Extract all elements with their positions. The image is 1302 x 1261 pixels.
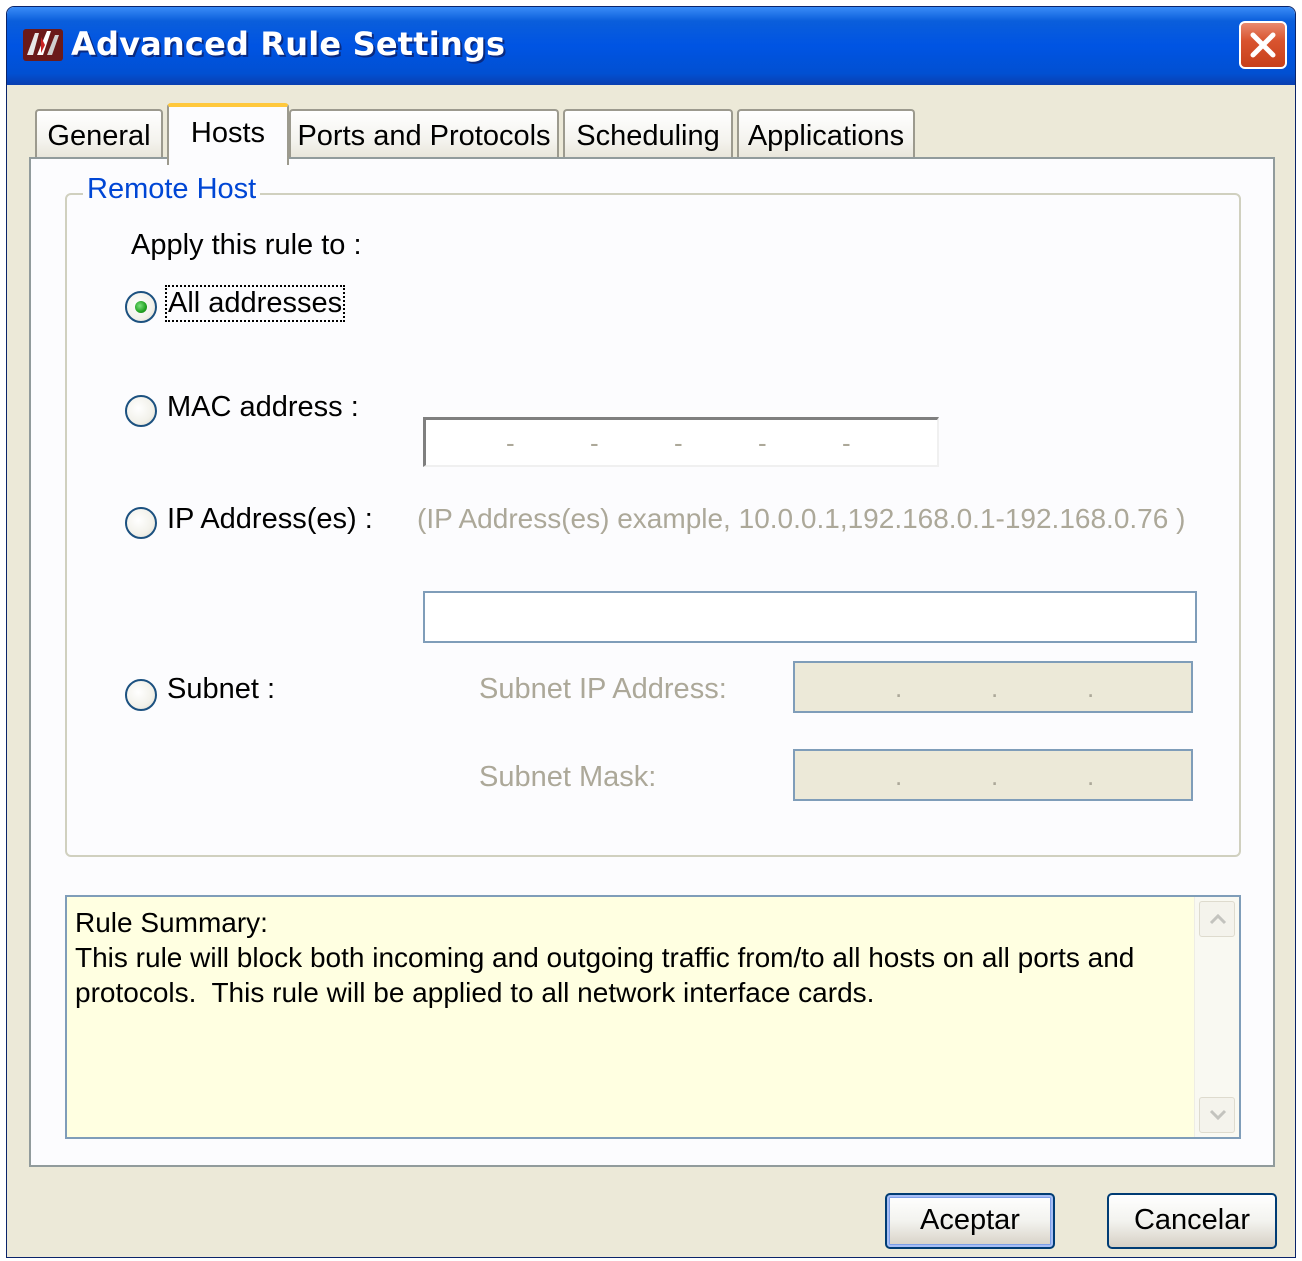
subnet-separator: . [1087, 673, 1095, 703]
ip-example-hint: (IP Address(es) example, 10.0.0.1,192.16… [417, 503, 1186, 534]
subnet-separator: . [895, 673, 903, 703]
mac-address-field[interactable]: - - - - - [423, 417, 939, 467]
mac-separator: - [590, 428, 599, 458]
all-addresses-label[interactable]: All addresses [165, 285, 346, 322]
remote-host-group: Remote Host Apply this rule to : All add… [65, 173, 1241, 857]
subnet-ip-label: Subnet IP Address: [479, 673, 727, 705]
radio-ip-addresses[interactable] [125, 507, 157, 539]
tab-scheduling[interactable]: Scheduling [563, 109, 733, 161]
mac-separator: - [842, 428, 851, 458]
tab-applications[interactable]: Applications [737, 109, 915, 161]
apply-rule-label: Apply this rule to : [131, 229, 362, 261]
scroll-down-icon [1209, 1109, 1227, 1121]
summary-body: This rule will block both incoming and o… [75, 942, 1143, 1008]
tab-general[interactable]: General [35, 109, 163, 161]
scroll-up-icon [1209, 913, 1227, 925]
ip-addresses-label[interactable]: IP Address(es) : [167, 503, 373, 536]
scroll-up-button[interactable] [1199, 901, 1235, 937]
cancel-button[interactable]: Cancelar [1107, 1193, 1277, 1249]
tab-label: General [47, 120, 151, 152]
summary-scrollbar[interactable] [1194, 897, 1239, 1137]
window-title: Advanced Rule Settings [71, 25, 506, 63]
tab-label: Hosts [190, 117, 266, 149]
firewall-app-icon [21, 25, 65, 65]
ok-button[interactable]: Aceptar [885, 1193, 1055, 1249]
subnet-label[interactable]: Subnet : [167, 673, 275, 706]
mac-separator: - [674, 428, 683, 458]
mac-separator: - [506, 428, 515, 458]
subnet-separator: . [991, 761, 999, 791]
mac-address-label[interactable]: MAC address : [167, 391, 359, 424]
mac-separator: - [758, 428, 767, 458]
tab-hosts[interactable]: Hosts [167, 103, 289, 165]
tab-label: Applications [747, 120, 905, 152]
summary-heading: Rule Summary: [75, 907, 268, 938]
subnet-separator: . [1087, 761, 1095, 791]
radio-all-addresses[interactable] [125, 291, 157, 323]
subnet-mask-label: Subnet Mask: [479, 761, 657, 793]
tab-ports-and-protocols[interactable]: Ports and Protocols [289, 109, 559, 161]
rule-summary-box[interactable]: Rule Summary: This rule will block both … [65, 895, 1241, 1139]
dialog-window: Advanced Rule Settings General Hosts Por… [6, 6, 1296, 1258]
close-button[interactable] [1239, 21, 1287, 69]
subnet-separator: . [895, 761, 903, 791]
title-bar[interactable]: Advanced Rule Settings [7, 7, 1295, 85]
tab-label: Scheduling [576, 120, 720, 152]
close-icon [1250, 32, 1276, 58]
subnet-ip-field[interactable]: . . . [793, 661, 1193, 713]
rule-summary-text: Rule Summary: This rule will block both … [75, 905, 1185, 1010]
subnet-mask-field[interactable]: . . . [793, 749, 1193, 801]
ip-addresses-field[interactable] [423, 591, 1197, 643]
radio-selected-dot [135, 301, 147, 313]
radio-mac-address[interactable] [125, 395, 157, 427]
tab-label: Ports and Protocols [297, 120, 551, 152]
group-title: Remote Host [83, 173, 261, 206]
scroll-down-button[interactable] [1199, 1097, 1235, 1133]
subnet-separator: . [991, 673, 999, 703]
radio-subnet[interactable] [125, 679, 157, 711]
hosts-tab-panel: Remote Host Apply this rule to : All add… [29, 157, 1275, 1167]
